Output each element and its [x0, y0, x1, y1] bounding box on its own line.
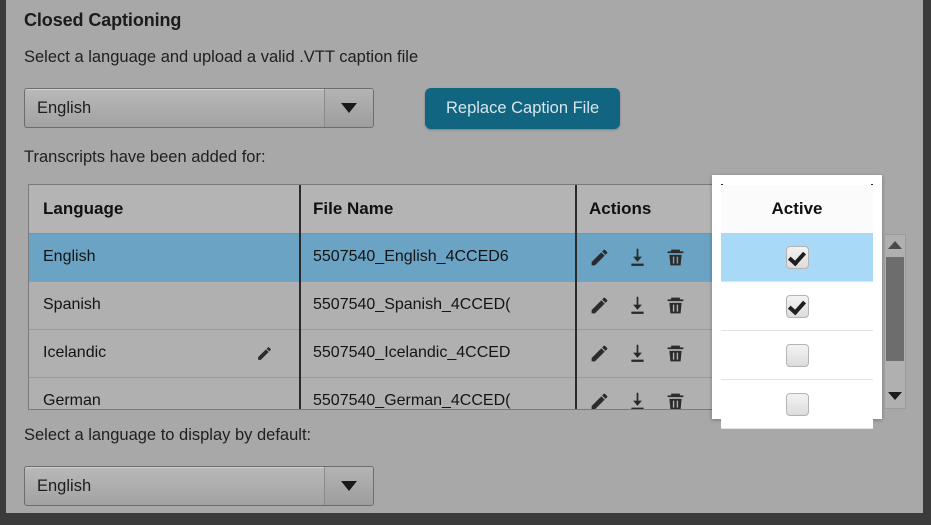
language-cell-inner: Spanish: [43, 296, 299, 314]
language-name: English: [43, 248, 96, 265]
language-cell-inner: Icelandic: [43, 344, 299, 362]
language-select-arrow[interactable]: [324, 89, 373, 127]
default-language-select-value: English: [37, 476, 92, 495]
page-title: Closed Captioning: [24, 10, 182, 30]
download-icon[interactable]: [627, 343, 648, 364]
closed-captioning-panel: Closed Captioning Select a language and …: [6, 0, 923, 513]
active-column-header[interactable]: Active: [721, 185, 873, 233]
cell-language: English: [29, 233, 300, 282]
chevron-down-icon: [341, 481, 357, 491]
default-language-select[interactable]: English: [24, 466, 374, 506]
screenshot-root: Closed Captioning Select a language and …: [0, 0, 931, 525]
active-column-overlay: Active: [712, 175, 882, 429]
column-header-language[interactable]: Language: [29, 185, 300, 234]
triangle-up-icon: [888, 241, 902, 249]
pencil-icon[interactable]: [589, 343, 610, 364]
active-checkbox[interactable]: [785, 294, 809, 318]
scrollbar-down-button[interactable]: [885, 386, 905, 406]
language-name: Icelandic: [43, 344, 107, 361]
download-icon[interactable]: [627, 247, 648, 268]
language-select-value: English: [37, 98, 92, 117]
trash-icon[interactable]: [665, 391, 686, 410]
language-name: German: [43, 392, 101, 409]
triangle-down-icon: [888, 392, 902, 400]
scrollbar-thumb[interactable]: [886, 257, 904, 361]
transcripts-label: Transcripts have been added for:: [24, 148, 266, 166]
pencil-icon[interactable]: [589, 391, 610, 410]
page-subtitle: Select a language and upload a valid .VT…: [24, 48, 419, 66]
chevron-down-icon: [341, 103, 357, 113]
scrollbar-down-wrap: [885, 386, 905, 406]
active-cell: [721, 331, 873, 380]
cell-actions: [575, 377, 714, 410]
download-icon[interactable]: [627, 391, 648, 409]
cell-file-name: 5507540_English_4CCED6: [299, 233, 576, 282]
row-actions: [589, 295, 713, 316]
cell-language: Spanish: [29, 281, 300, 330]
table-scrollbar[interactable]: [884, 234, 906, 409]
trash-icon[interactable]: [665, 247, 686, 268]
pencil-icon[interactable]: [589, 247, 610, 268]
trash-icon[interactable]: [665, 295, 686, 316]
cell-language: German: [29, 377, 300, 409]
column-header-actions[interactable]: Actions: [575, 185, 714, 234]
cell-actions: [575, 281, 714, 330]
row-actions: [589, 391, 713, 410]
default-language-label: Select a language to display by default:: [24, 426, 312, 444]
row-actions: [589, 247, 713, 268]
language-cell-inner: German: [43, 392, 299, 409]
language-cell-inner: English: [43, 248, 299, 266]
replace-caption-file-button[interactable]: Replace Caption File: [425, 88, 621, 129]
cell-language: Icelandic: [29, 329, 300, 378]
default-language-select-arrow[interactable]: [324, 467, 373, 505]
cell-file-name: 5507540_German_4CCED(: [299, 377, 576, 409]
active-cell: [721, 380, 873, 429]
cell-file-name: 5507540_Icelandic_4CCED: [299, 329, 576, 378]
pencil-icon[interactable]: [589, 295, 610, 316]
cell-file-name: 5507540_Spanish_4CCED(: [299, 281, 576, 330]
cell-actions: [575, 329, 714, 378]
active-cell: [721, 233, 873, 282]
scrollbar-up-button[interactable]: [885, 235, 905, 255]
column-header-file-name[interactable]: File Name: [299, 185, 576, 234]
download-icon[interactable]: [627, 295, 648, 316]
active-checkbox[interactable]: [785, 245, 809, 269]
row-actions: [589, 343, 713, 364]
active-checkbox[interactable]: [785, 343, 809, 367]
language-select[interactable]: English: [24, 88, 374, 128]
trash-icon[interactable]: [665, 343, 686, 364]
language-name: Spanish: [43, 296, 101, 313]
active-cell: [721, 282, 873, 331]
pencil-icon[interactable]: [256, 345, 273, 362]
active-checkbox[interactable]: [785, 392, 809, 416]
cell-actions: [575, 233, 714, 282]
